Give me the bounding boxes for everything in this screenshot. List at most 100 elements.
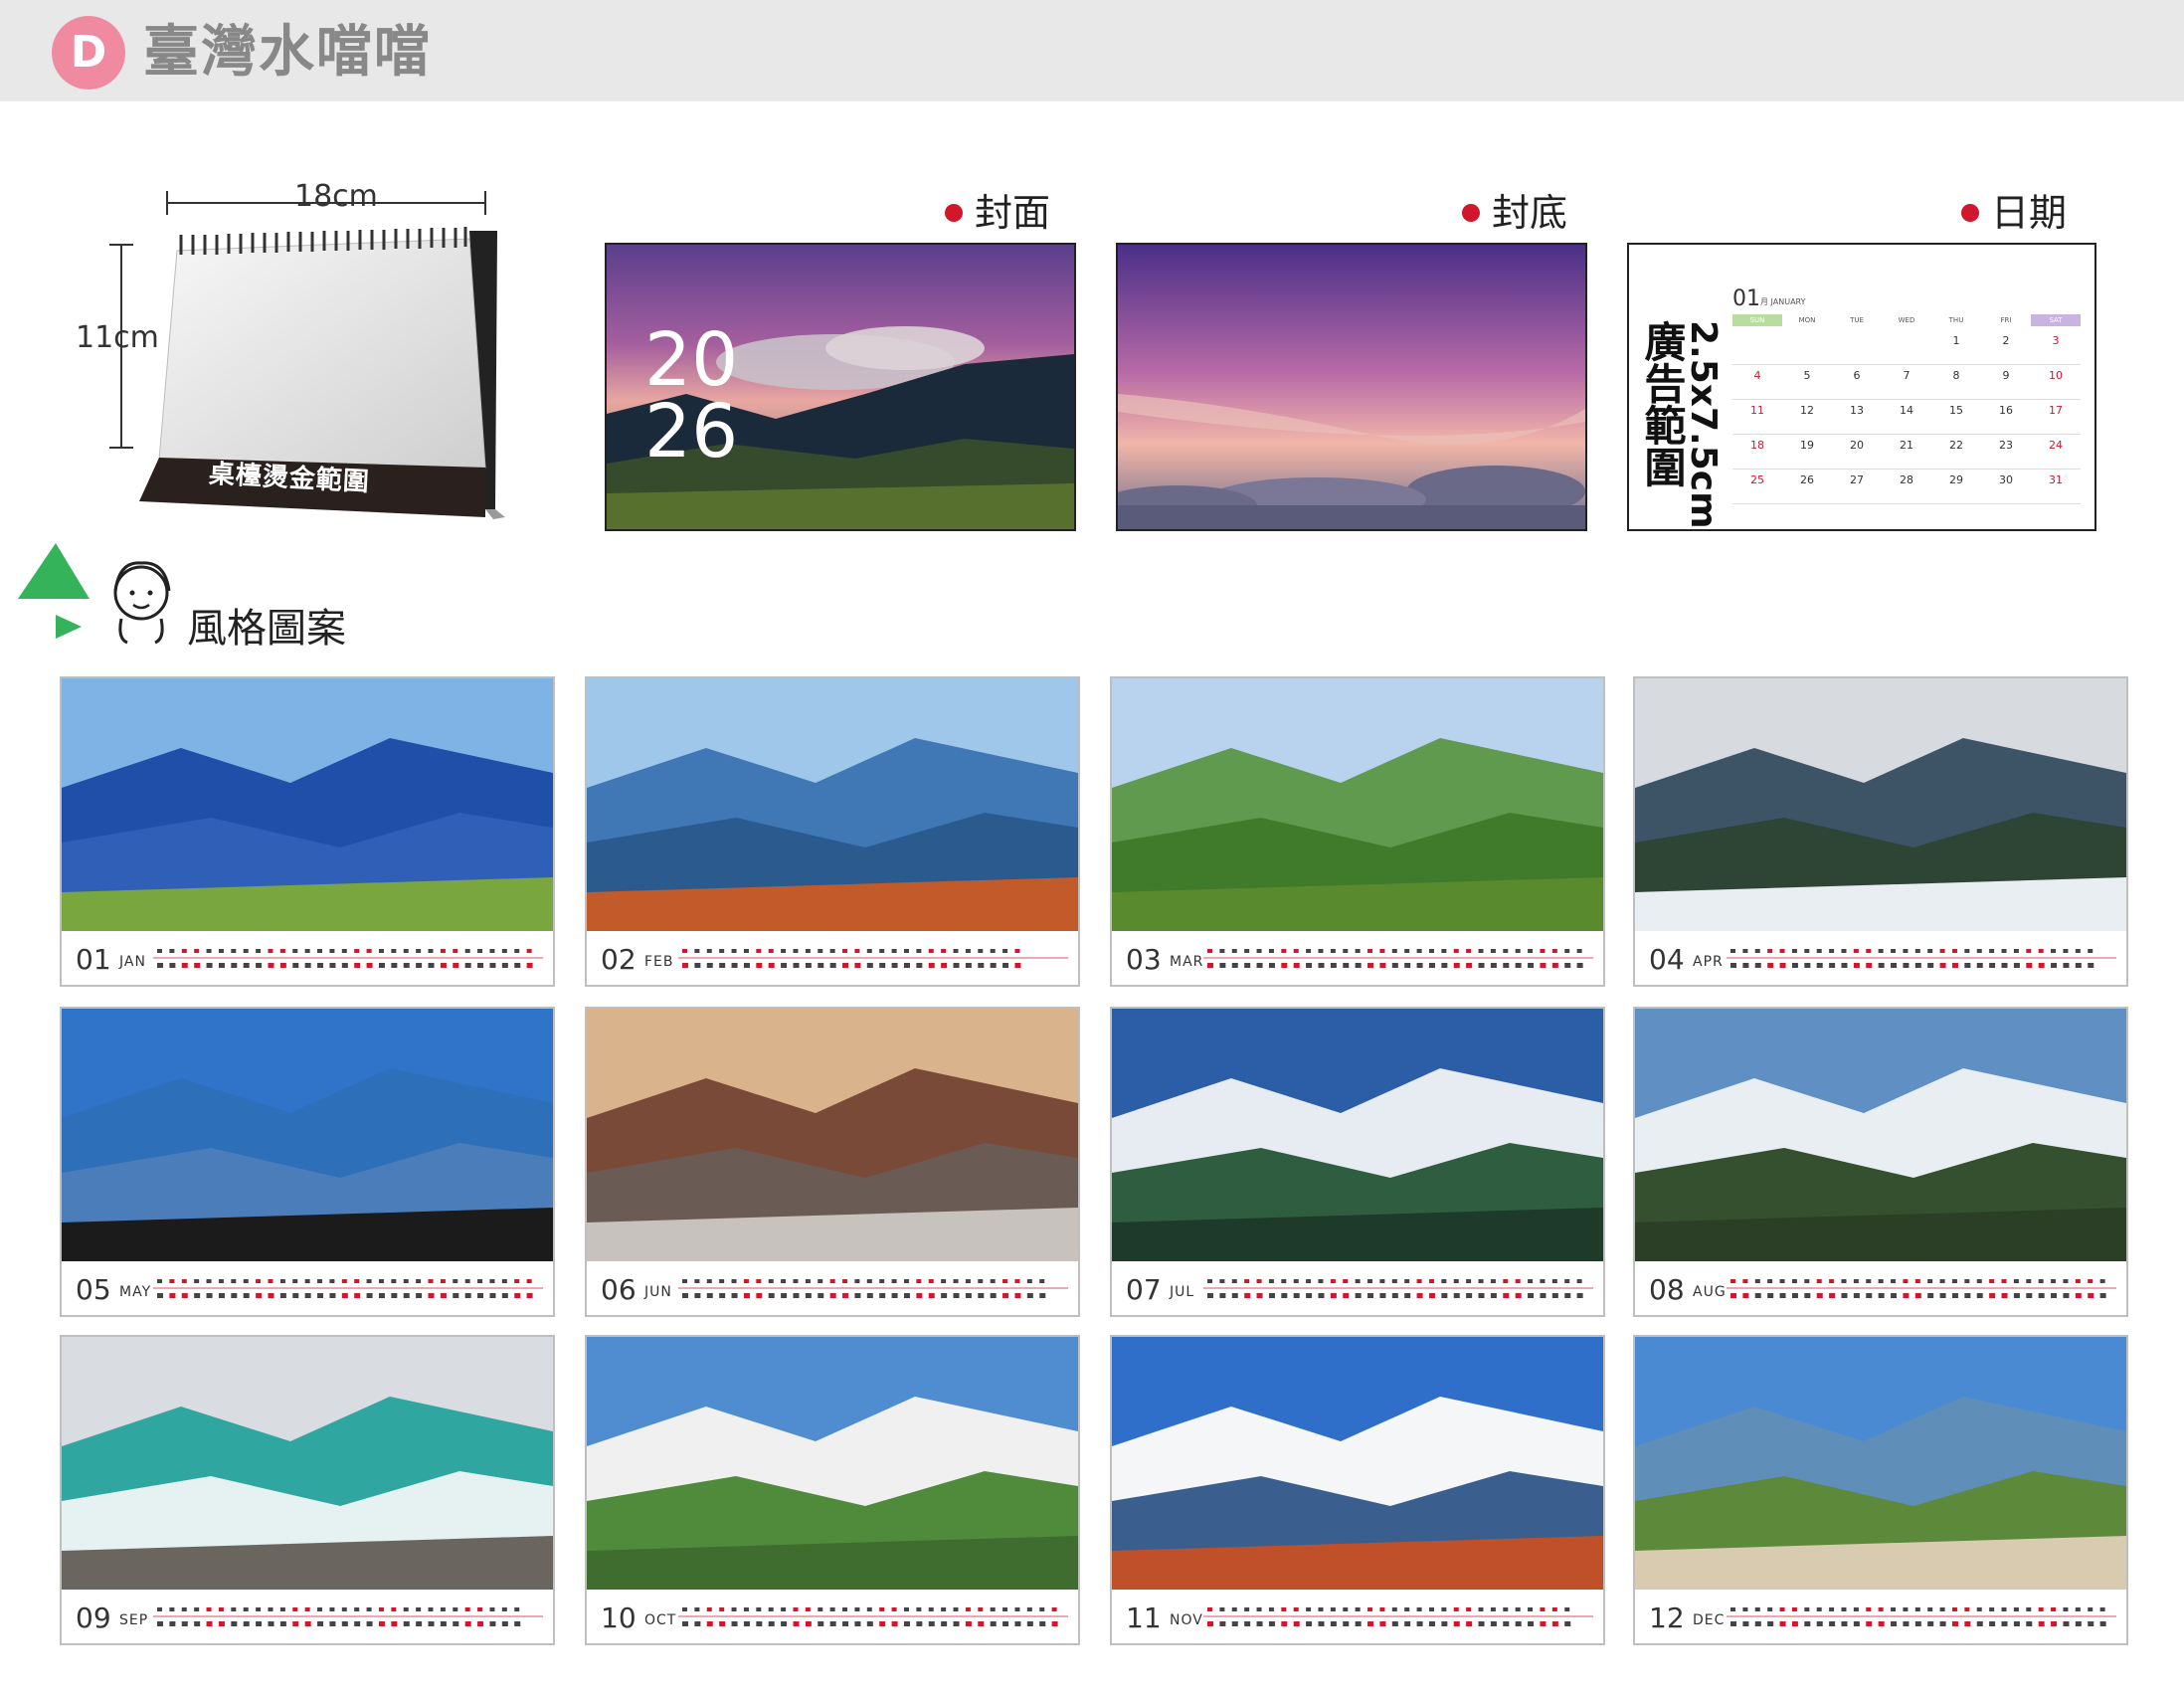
day-mark bbox=[169, 963, 176, 968]
weekday-mark bbox=[965, 1607, 971, 1611]
weekday-mark bbox=[1927, 949, 1933, 953]
weekday-mark bbox=[978, 1607, 984, 1611]
day-mark bbox=[1914, 963, 1921, 968]
day-mark bbox=[1515, 1293, 1522, 1298]
day-mark bbox=[268, 1293, 274, 1298]
ad-area-size: 2.5x7.5cm bbox=[1683, 320, 1724, 529]
month-name: SEP bbox=[119, 1612, 149, 1628]
weekday-mark bbox=[268, 949, 273, 953]
day-cell: 14 bbox=[1882, 400, 1931, 435]
weekday-mark bbox=[1490, 1279, 1496, 1283]
day-mark bbox=[2075, 1621, 2082, 1626]
day-mark bbox=[304, 963, 311, 968]
day-mark bbox=[1976, 963, 1983, 968]
weekday-tue: TUE bbox=[1850, 316, 1864, 324]
weekday-mark bbox=[953, 1279, 959, 1283]
weekday-mark bbox=[2075, 949, 2081, 953]
day-mark bbox=[1416, 1293, 1423, 1298]
weekday-mark bbox=[1367, 1279, 1373, 1283]
day-mark bbox=[1742, 1621, 1749, 1626]
day-mark bbox=[440, 1621, 447, 1626]
weekday-mark bbox=[1026, 1279, 1032, 1283]
weekday-mark bbox=[2063, 949, 2069, 953]
month-strip: 02 FEB bbox=[587, 931, 1078, 985]
weekday-mark bbox=[1453, 1607, 1459, 1611]
day-mark bbox=[1779, 1293, 1786, 1298]
month-photo bbox=[587, 1337, 1078, 1590]
day-mark bbox=[978, 1621, 985, 1626]
day-mark bbox=[854, 1293, 861, 1298]
day-mark bbox=[1281, 1293, 1288, 1298]
month-photo bbox=[1112, 678, 1603, 931]
weekday-mark bbox=[329, 1607, 335, 1611]
day-mark bbox=[391, 1621, 398, 1626]
day-mark bbox=[181, 963, 188, 968]
day-cell: 5 bbox=[1782, 365, 1832, 400]
day-blank bbox=[1882, 330, 1931, 365]
day-mark bbox=[1927, 1621, 1934, 1626]
weekday-mark bbox=[1453, 1279, 1459, 1283]
weekday-mark bbox=[1742, 1279, 1748, 1283]
weekday-mark bbox=[354, 1607, 360, 1611]
day-mark bbox=[206, 963, 213, 968]
weekday-mark bbox=[1927, 1279, 1933, 1283]
day-mark bbox=[903, 963, 910, 968]
day-mark bbox=[279, 1621, 286, 1626]
month-day-strip bbox=[153, 1607, 543, 1626]
day-mark bbox=[1730, 963, 1736, 968]
weekday-mark bbox=[1767, 949, 1773, 953]
weekday-mark bbox=[866, 1279, 872, 1283]
weekday-mark bbox=[317, 949, 323, 953]
weekday-mark bbox=[781, 1279, 787, 1283]
weekday-mark bbox=[829, 949, 835, 953]
day-mark bbox=[268, 1621, 274, 1626]
weekday-mark bbox=[1841, 1607, 1847, 1611]
weekday-mark bbox=[2038, 949, 2044, 953]
day-mark bbox=[1404, 963, 1411, 968]
month-card-jan: 01 JAN bbox=[60, 676, 555, 987]
day-mark bbox=[1391, 1621, 1398, 1626]
weekday-mark bbox=[1576, 949, 1582, 953]
day-mark bbox=[756, 1293, 763, 1298]
day-mark bbox=[1268, 963, 1275, 968]
weekday-mark bbox=[2026, 1279, 2032, 1283]
weekday-mark bbox=[2001, 1607, 2007, 1611]
weekday-mark bbox=[1428, 949, 1434, 953]
day-mark bbox=[1355, 963, 1362, 968]
month-name: JUL bbox=[1170, 1284, 1195, 1300]
day-cell: 25 bbox=[1732, 470, 1782, 504]
weekday-mark bbox=[916, 1279, 922, 1283]
weekday-mark bbox=[1306, 1607, 1312, 1611]
weekday-mark bbox=[501, 1279, 507, 1283]
weekday-mark bbox=[1014, 1607, 1020, 1611]
weekday-mark bbox=[1391, 1279, 1397, 1283]
cover-label: 封面 bbox=[945, 191, 1050, 235]
weekday-mark bbox=[440, 949, 446, 953]
day-mark bbox=[978, 1293, 985, 1298]
day-mark bbox=[526, 1293, 533, 1298]
cover-preview: 20 26 bbox=[605, 243, 1076, 531]
weekday-mark bbox=[428, 949, 434, 953]
day-cell: 30 bbox=[1981, 470, 2031, 504]
month-card-nov: 11 NOV bbox=[1110, 1335, 1605, 1645]
weekday-thu: THU bbox=[1948, 316, 1964, 324]
day-mark bbox=[1306, 963, 1313, 968]
weekday-mark bbox=[1416, 1279, 1422, 1283]
month-day-strip bbox=[678, 1279, 1068, 1298]
desk-calendar-illustration: 18cm 11cm 桌檯燙金範圍 bbox=[70, 169, 537, 527]
weekday-mark bbox=[1939, 949, 1945, 953]
weekday-mark bbox=[464, 1607, 470, 1611]
weekday-mark bbox=[1256, 1279, 1262, 1283]
day-mark bbox=[829, 1621, 836, 1626]
day-mark bbox=[1742, 1293, 1749, 1298]
day-mark bbox=[1490, 1621, 1497, 1626]
weekday-mark bbox=[416, 1279, 422, 1283]
weekday-mark bbox=[1051, 1607, 1057, 1611]
day-cell: 16 bbox=[1981, 400, 2031, 435]
day-mark bbox=[1478, 963, 1485, 968]
month-number: 11 bbox=[1126, 1601, 1162, 1634]
day-mark bbox=[194, 963, 201, 968]
day-mark bbox=[1878, 1621, 1885, 1626]
weekday-mark bbox=[304, 1607, 310, 1611]
month-photo bbox=[1112, 1337, 1603, 1590]
